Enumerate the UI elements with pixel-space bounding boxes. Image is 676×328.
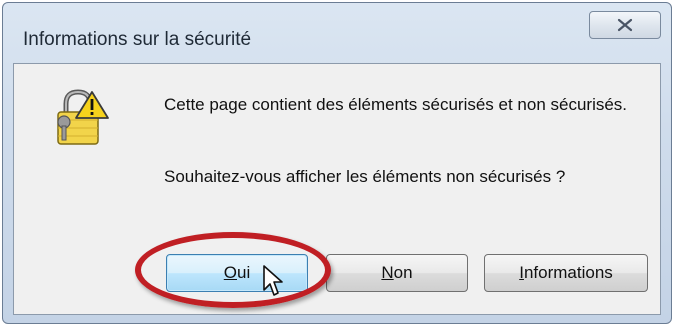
non-accelerator: N xyxy=(381,263,394,282)
close-icon xyxy=(617,18,633,32)
non-label: on xyxy=(393,263,413,282)
mouse-pointer-icon xyxy=(262,264,288,303)
informations-button[interactable]: Informations xyxy=(484,254,648,292)
security-warning-lock-icon xyxy=(54,86,110,146)
informations-label: nformations xyxy=(523,263,613,282)
title-bar[interactable]: Informations sur la sécurité xyxy=(3,3,671,65)
message-text-2: Souhaitez-vous afficher les éléments non… xyxy=(164,167,566,186)
dialog-body: Cette page contient des éléments sécuris… xyxy=(13,63,661,315)
dialog-title: Informations sur la sécurité xyxy=(23,29,252,50)
red-highlight-ellipse xyxy=(135,232,331,308)
message-text-1: Cette page contient des éléments sécuris… xyxy=(164,95,628,114)
security-dialog: Informations sur la sécurité Cette page … xyxy=(2,2,672,324)
non-button[interactable]: Non xyxy=(326,254,468,292)
close-button[interactable] xyxy=(589,11,661,39)
